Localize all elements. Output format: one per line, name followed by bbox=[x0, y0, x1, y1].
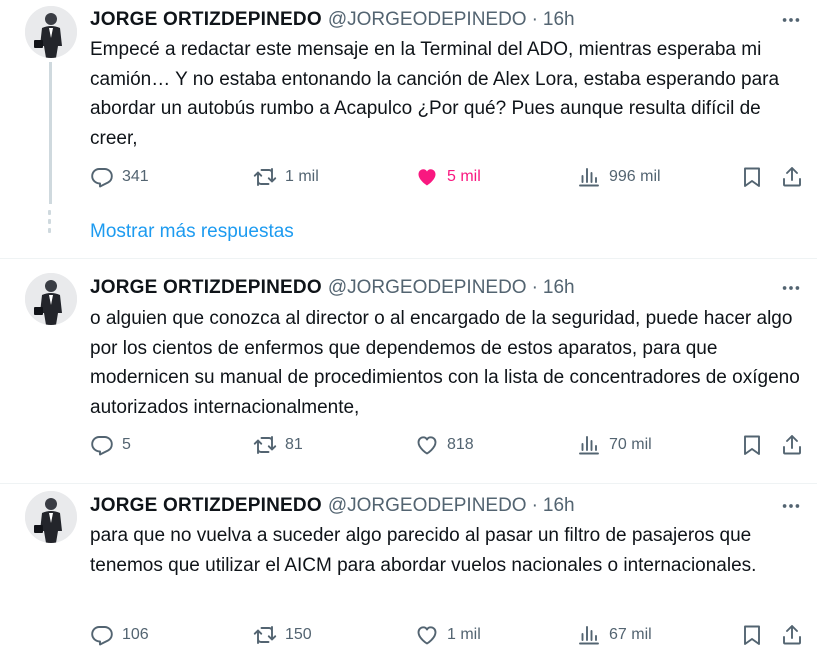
reply-count: 5 bbox=[122, 436, 131, 453]
views-button[interactable]: 67 mil bbox=[577, 621, 652, 649]
like-button[interactable]: 5 mil bbox=[415, 163, 481, 191]
tweet-actions: 5 81 818 70 mil bbox=[90, 431, 803, 459]
share-icon bbox=[780, 623, 804, 647]
author-handle[interactable]: @JORGEODEPINEDO bbox=[328, 277, 527, 298]
like-count: 5 mil bbox=[447, 168, 481, 185]
tweet[interactable]: JORGE ORTIZDEPINEDO @JORGEODEPINEDO · 16h p… bbox=[0, 486, 817, 672]
avatar[interactable] bbox=[25, 6, 77, 58]
bookmark-icon bbox=[740, 165, 764, 189]
retweet-count: 1 mil bbox=[285, 168, 319, 185]
tweet-actions: 341 1 mil 5 mil 996 mil bbox=[90, 163, 803, 191]
ellipsis-icon bbox=[780, 277, 802, 299]
views-icon bbox=[577, 433, 601, 457]
tweet-header: JORGE ORTIZDEPINEDO @JORGEODEPINEDO · 16h bbox=[90, 8, 575, 32]
reply-count: 341 bbox=[122, 168, 149, 185]
heart-icon bbox=[415, 433, 439, 457]
bookmark-button[interactable] bbox=[740, 621, 772, 649]
author-name[interactable]: JORGE ORTIZDEPINEDO bbox=[90, 277, 322, 298]
divider bbox=[0, 483, 817, 484]
separator: · bbox=[531, 495, 538, 516]
author-handle[interactable]: @JORGEODEPINEDO bbox=[328, 495, 527, 516]
reply-button[interactable]: 341 bbox=[90, 163, 149, 191]
tweet-text: para que no vuelva a suceder algo pareci… bbox=[90, 525, 757, 576]
show-more-replies-link[interactable]: Mostrar más respuestas bbox=[90, 220, 294, 244]
more-options-button[interactable] bbox=[779, 276, 803, 300]
views-icon bbox=[577, 165, 601, 189]
tweet-text: Empecé a redactar este mensaje en la Ter… bbox=[90, 39, 780, 149]
timestamp[interactable]: 16h bbox=[543, 9, 575, 30]
author-handle[interactable]: @JORGEODEPINEDO bbox=[328, 9, 527, 30]
author-name[interactable]: JORGE ORTIZDEPINEDO bbox=[90, 9, 322, 30]
bookmark-icon bbox=[740, 433, 764, 457]
more-options-button[interactable] bbox=[779, 8, 803, 32]
tweet-text: o alguien que conozca al director o al e… bbox=[90, 308, 800, 418]
heart-icon bbox=[415, 623, 439, 647]
separator: · bbox=[531, 277, 538, 298]
author-name[interactable]: JORGE ORTIZDEPINEDO bbox=[90, 495, 322, 516]
bookmark-icon bbox=[740, 623, 764, 647]
heart-icon bbox=[415, 165, 439, 189]
retweet-count: 81 bbox=[285, 436, 303, 453]
divider bbox=[0, 258, 817, 259]
bookmark-button[interactable] bbox=[740, 163, 772, 191]
tweet-actions: 106 150 1 mil 67 mil bbox=[90, 621, 803, 649]
retweet-icon bbox=[253, 165, 277, 189]
share-button[interactable] bbox=[780, 163, 812, 191]
ellipsis-icon bbox=[780, 9, 802, 31]
like-count: 1 mil bbox=[447, 626, 481, 643]
share-icon bbox=[780, 433, 804, 457]
timestamp[interactable]: 16h bbox=[543, 277, 575, 298]
like-button[interactable]: 1 mil bbox=[415, 621, 481, 649]
view-count: 996 mil bbox=[609, 168, 661, 185]
timestamp[interactable]: 16h bbox=[543, 495, 575, 516]
share-icon bbox=[780, 165, 804, 189]
retweet-icon bbox=[253, 623, 277, 647]
retweet-icon bbox=[253, 433, 277, 457]
like-button[interactable]: 818 bbox=[415, 431, 474, 459]
ellipsis-icon bbox=[780, 495, 802, 517]
share-button[interactable] bbox=[780, 621, 812, 649]
retweet-button[interactable]: 1 mil bbox=[253, 163, 319, 191]
tweet-header: JORGE ORTIZDEPINEDO @JORGEODEPINEDO · 16h bbox=[90, 276, 575, 300]
separator: · bbox=[531, 9, 538, 30]
reply-icon bbox=[90, 623, 114, 647]
retweet-count: 150 bbox=[285, 626, 312, 643]
share-button[interactable] bbox=[780, 431, 812, 459]
reply-count: 106 bbox=[122, 626, 149, 643]
reply-icon bbox=[90, 165, 114, 189]
tweet-header: JORGE ORTIZDEPINEDO @JORGEODEPINEDO · 16h bbox=[90, 494, 575, 518]
views-button[interactable]: 70 mil bbox=[577, 431, 652, 459]
more-options-button[interactable] bbox=[779, 494, 803, 518]
retweet-button[interactable]: 81 bbox=[253, 431, 303, 459]
bookmark-button[interactable] bbox=[740, 431, 772, 459]
view-count: 70 mil bbox=[609, 436, 652, 453]
avatar[interactable] bbox=[25, 491, 77, 543]
tweet[interactable]: JORGE ORTIZDEPINEDO @JORGEODEPINEDO · 16h o… bbox=[0, 268, 817, 483]
retweet-button[interactable]: 150 bbox=[253, 621, 312, 649]
views-icon bbox=[577, 623, 601, 647]
tweet[interactable]: JORGE ORTIZDEPINEDO @JORGEODEPINEDO · 16h E… bbox=[0, 0, 817, 215]
view-count: 67 mil bbox=[609, 626, 652, 643]
avatar[interactable] bbox=[25, 273, 77, 325]
reply-icon bbox=[90, 433, 114, 457]
like-count: 818 bbox=[447, 436, 474, 453]
views-button[interactable]: 996 mil bbox=[577, 163, 661, 191]
reply-button[interactable]: 106 bbox=[90, 621, 149, 649]
reply-button[interactable]: 5 bbox=[90, 431, 131, 459]
